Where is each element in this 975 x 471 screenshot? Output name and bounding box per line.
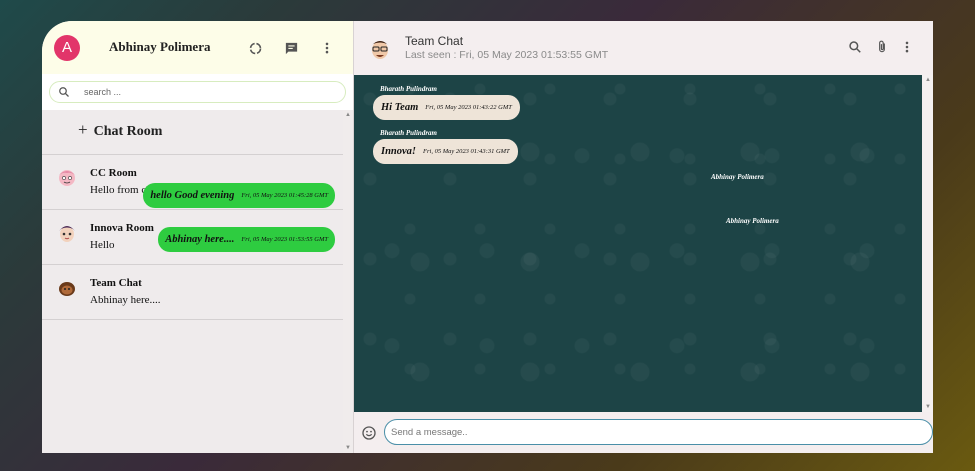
message-bubble: Innova! Fri, 05 May 2023 01:43:31 GMT — [373, 139, 518, 164]
user-name: Abhinay Polimera — [109, 39, 211, 54]
message-sender: Bharath Pulindram — [380, 129, 437, 137]
status-icon[interactable] — [246, 39, 264, 57]
chat-header: Team Chat Last seen : Fri, 05 May 2023 0… — [354, 21, 933, 74]
search-bar — [42, 74, 353, 110]
scroll-up-icon[interactable]: ▲ — [925, 77, 931, 83]
message-bubble: Abhinay here.... Fri, 05 May 2023 01:53:… — [158, 227, 335, 252]
message-time: Fri, 05 May 2023 01:45:28 GMT — [241, 192, 328, 199]
sidebar-header: A Abhinay Polimera — [42, 21, 353, 74]
room-name: Innova Room — [90, 222, 154, 234]
scroll-up-icon[interactable]: ▲ — [345, 112, 351, 118]
message-sender: Abhinay Polimera — [726, 217, 779, 225]
message-bubble: Hi Team Fri, 05 May 2023 01:43:22 GMT — [373, 95, 520, 120]
chat-app: A Abhinay Polimera + Chat Room — [42, 21, 933, 453]
room-avatar — [59, 282, 75, 296]
message-input[interactable] — [384, 419, 933, 445]
new-chat-icon[interactable] — [282, 39, 300, 57]
last-seen: Last seen : Fri, 05 May 2023 01:53:55 GM… — [405, 49, 609, 61]
message-text: Innova! — [381, 146, 417, 157]
search-icon — [59, 87, 69, 97]
add-room-label: Chat Room — [93, 124, 163, 139]
sidebar-scrollbar[interactable]: ▲ ▼ — [343, 110, 353, 453]
search-input[interactable] — [84, 87, 284, 97]
message-text: Hi Team — [381, 102, 419, 113]
message-area: Bharath Pulindram Hi Team Fri, 05 May 20… — [143, 75, 922, 412]
message-time: Fri, 05 May 2023 01:43:31 GMT — [423, 148, 510, 155]
emoji-icon[interactable] — [361, 425, 377, 441]
room-last-message: Hello — [90, 239, 115, 251]
room-avatar — [59, 226, 75, 242]
message-time: Fri, 05 May 2023 01:43:22 GMT — [425, 104, 512, 111]
message-bubble: hello Good evening Fri, 05 May 2023 01:4… — [143, 183, 335, 208]
room-last-message: Abhinay here.... — [90, 294, 161, 306]
search-container — [49, 81, 346, 103]
message-text: hello Good evening — [150, 190, 235, 201]
chat-scrollbar[interactable]: ▲ ▼ — [923, 75, 933, 412]
chat-list: + Chat Room CC Room Hello from class Inn… — [42, 110, 343, 453]
room-item-team-chat[interactable]: Team Chat Abhinay here.... — [42, 265, 343, 320]
message-time: Fri, 05 May 2023 01:53:55 GMT — [241, 236, 328, 243]
message-composer — [354, 412, 933, 453]
more-vert-icon[interactable] — [318, 39, 336, 57]
room-name: Team Chat — [90, 277, 142, 289]
plus-icon: + — [78, 120, 88, 139]
chat-title: Team Chat — [405, 34, 464, 48]
chat-panel: Team Chat Last seen : Fri, 05 May 2023 0… — [143, 21, 933, 453]
message-sender: Abhinay Polimera — [711, 173, 764, 181]
chat-avatar — [371, 41, 389, 59]
scroll-down-icon[interactable]: ▼ — [925, 404, 931, 410]
add-chat-room-button[interactable]: + Chat Room — [42, 110, 343, 155]
search-icon[interactable] — [846, 38, 864, 56]
room-avatar — [59, 170, 75, 186]
message-sender: Bharath Pulindram — [380, 85, 437, 93]
room-name: CC Room — [90, 167, 137, 179]
user-avatar[interactable]: A — [54, 34, 80, 61]
message-text: Abhinay here.... — [165, 234, 235, 245]
attach-icon[interactable] — [873, 38, 891, 56]
scroll-down-icon[interactable]: ▼ — [345, 445, 351, 451]
more-vert-icon[interactable] — [898, 38, 916, 56]
